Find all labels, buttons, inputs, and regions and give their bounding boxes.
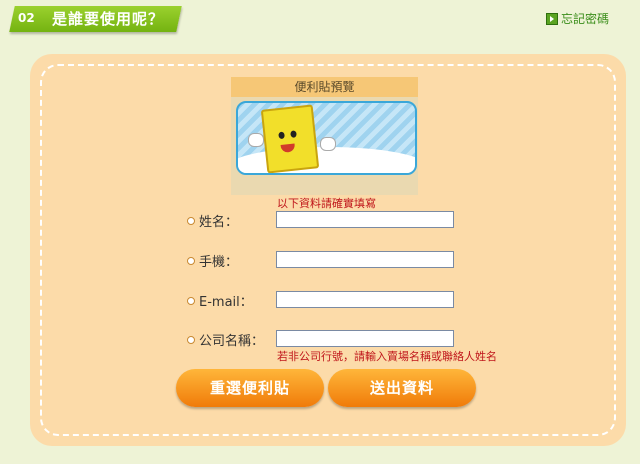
bullet-icon (187, 256, 195, 265)
eye-shape (278, 131, 285, 140)
company-note: 若非公司行號，請輸入賣場名稱或聯絡人姓名 (277, 350, 497, 363)
sticky-note-preview: 便利貼預覽 (231, 77, 418, 195)
name-label: 姓名： (187, 211, 238, 230)
submit-button[interactable]: 送出資料 (328, 369, 476, 407)
bullet-icon (187, 335, 195, 344)
sticky-note-mascot-image (236, 101, 417, 175)
forgot-password-label: 忘記密碼 (561, 12, 610, 26)
company-label: 公司名稱： (187, 330, 264, 349)
mobile-label: 手機： (187, 251, 238, 270)
eye-shape (290, 130, 297, 138)
name-field[interactable] (276, 211, 454, 228)
email-field[interactable] (276, 291, 454, 308)
bullet-icon (187, 216, 195, 225)
reset-sticky-note-button[interactable]: 重選便利貼 (176, 369, 324, 407)
preview-title: 便利貼預覽 (231, 77, 418, 97)
glove-icon (248, 133, 264, 147)
mouth-shape (280, 143, 296, 153)
mobile-field[interactable] (276, 251, 454, 268)
step-number: 02 (18, 11, 35, 25)
company-field[interactable] (276, 330, 454, 347)
bullet-icon (187, 296, 195, 305)
email-label: E-mail： (187, 291, 253, 310)
glove-icon (320, 137, 336, 151)
arrow-right-icon (546, 12, 558, 25)
cloud-shape (238, 147, 415, 173)
step-title: 是誰要使用呢？ (52, 10, 165, 28)
forgot-password-link[interactable]: 忘記密碼 (546, 10, 609, 27)
sticky-note-mascot (260, 104, 320, 173)
form-hint: 以下資料請確實填寫 (277, 197, 376, 210)
